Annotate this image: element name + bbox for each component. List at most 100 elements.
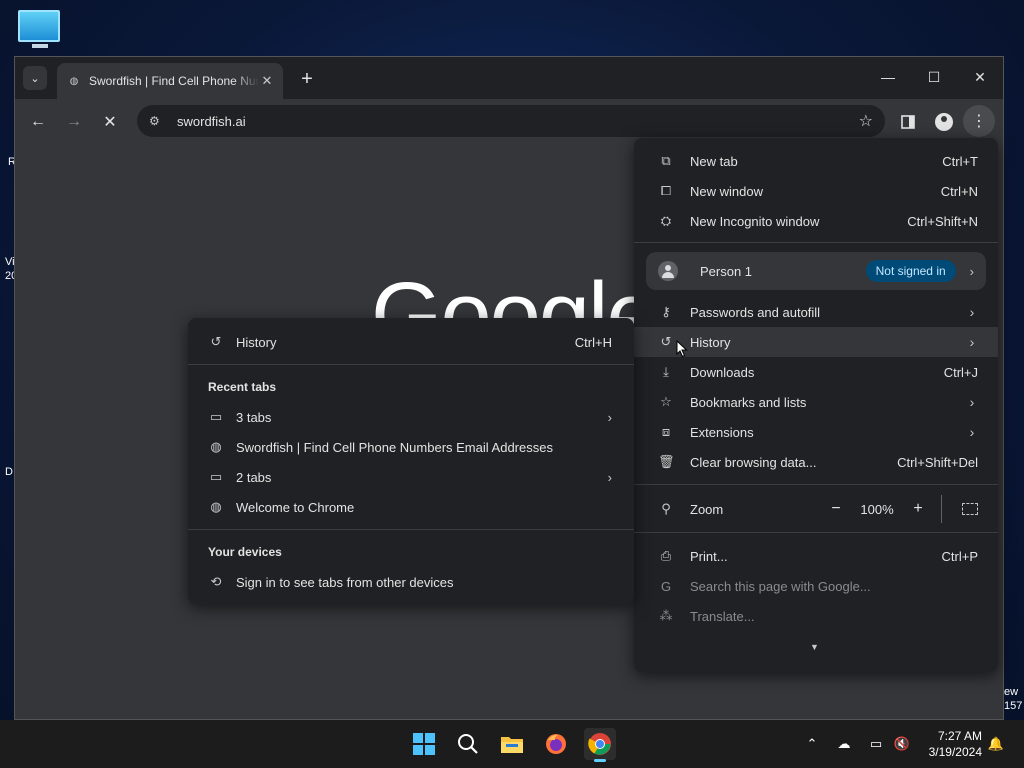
clock-time: 7:27 AM (937, 729, 982, 743)
address-bar[interactable]: ⚙ swordfish.ai ☆ (137, 105, 885, 137)
menu-divider (634, 532, 998, 533)
menu-item-new-tab[interactable]: ⧉ New tab Ctrl+T (634, 146, 998, 176)
back-button[interactable]: ← (25, 109, 51, 135)
menu-divider (634, 484, 998, 485)
folder-icon (501, 737, 523, 753)
globe-icon: ◍ (210, 439, 222, 454)
chevron-right-icon: › (969, 263, 974, 279)
search-button[interactable] (452, 728, 484, 760)
clock-date: 3/19/2024 (928, 745, 982, 759)
chevron-up-icon[interactable]: ⌃ (802, 734, 822, 754)
menu-item-extensions[interactable]: ⧈ Extensions › (634, 417, 998, 447)
taskbar: ⌃ ☁ ▭ 🔇 7:27 AM 3/19/2024 🔔 (0, 720, 1024, 768)
close-icon[interactable]: ✕ (259, 73, 275, 89)
trash-icon: 🗑 (658, 454, 675, 469)
menu-item-zoom: ⚲ Zoom − 100% + (634, 494, 998, 524)
desktop-label-fragment: 157 (1004, 700, 1023, 712)
minimize-button[interactable]: — (873, 65, 903, 89)
chevron-right-icon: › (969, 334, 975, 350)
printer-icon: ⎙ (660, 548, 672, 563)
download-icon: ⤓ (663, 364, 669, 379)
chevron-down-icon: ⌄ (30, 72, 40, 85)
chrome-menu-button[interactable]: ⋮ (963, 105, 995, 137)
menu-item-new-window[interactable]: ⧠ New window Ctrl+N (634, 176, 998, 206)
network-icon[interactable]: ▭ (866, 734, 886, 754)
volume-muted-icon[interactable]: 🔇 (892, 734, 912, 754)
history-icon: ↺ (660, 334, 672, 349)
recent-tab-item[interactable]: ▭ 2 tabs › (188, 462, 634, 492)
menu-item-passwords[interactable]: ⚷ Passwords and autofill › (634, 297, 998, 327)
recent-tabs-heading: Recent tabs (208, 380, 277, 394)
window-icon: ▭ (209, 469, 223, 484)
url-text[interactable]: swordfish.ai (177, 114, 859, 129)
chevron-right-icon: › (969, 424, 975, 440)
menu-item-downloads[interactable]: ⤓ Downloads Ctrl+J (634, 357, 998, 387)
sign-in-devices-item[interactable]: ⟲ Sign in to see tabs from other devices (188, 567, 634, 597)
loading-favicon-icon: ◍ (69, 75, 79, 87)
menu-item-print[interactable]: ⎙ Print... Ctrl+P (634, 541, 998, 571)
tab-search-button[interactable]: ⌄ (23, 66, 47, 90)
recent-tab-item[interactable]: ◍ Welcome to Chrome (188, 492, 634, 522)
chrome-taskbar-button[interactable] (584, 728, 616, 762)
bookmark-star-icon[interactable]: ☆ (859, 111, 873, 131)
menu-item-new-incognito[interactable]: ⛭ New Incognito window Ctrl+Shift+N (634, 206, 998, 236)
sign-in-status-badge: Not signed in (865, 260, 956, 282)
new-tab-icon: ⧉ (661, 153, 671, 168)
sync-icon: ⟲ (210, 574, 222, 589)
incognito-icon: ⛭ (660, 213, 672, 228)
start-button[interactable] (408, 728, 440, 760)
profile-icon[interactable] (931, 109, 957, 135)
chevron-right-icon: › (969, 304, 975, 320)
globe-icon: ◍ (210, 499, 222, 514)
chevron-right-icon: › (607, 469, 612, 485)
browser-toolbar: ← → ✕ ⚙ swordfish.ai ☆ ⋮ (15, 99, 1003, 143)
chevron-right-icon: › (969, 394, 975, 410)
browser-tab[interactable]: ◍ Swordfish | Find Cell Phone Numbers Em… (57, 63, 283, 99)
person-name: Person 1 (700, 263, 753, 279)
zoom-in-button[interactable]: + (905, 500, 931, 518)
translate-icon: ⁂ (659, 608, 673, 623)
file-explorer-button[interactable] (496, 728, 528, 760)
menu-item-clear-browsing-data[interactable]: 🗑 Clear browsing data... Ctrl+Shift+Del (634, 447, 998, 477)
submenu-divider (188, 364, 634, 365)
close-window-button[interactable]: ✕ (965, 65, 995, 89)
window-icon: ▭ (209, 409, 223, 424)
zoom-out-button[interactable]: − (823, 500, 849, 518)
menu-item-search-page[interactable]: G Search this page with Google... (634, 571, 998, 601)
windows-logo-icon (413, 733, 435, 755)
firefox-button[interactable] (540, 728, 572, 760)
zoom-icon: ⚲ (661, 501, 671, 516)
history-icon: ↺ (210, 334, 222, 349)
menu-item-profile[interactable]: Person 1 Not signed in › (646, 252, 986, 290)
puzzle-icon: ⧈ (661, 424, 671, 439)
side-panel-icon[interactable] (895, 109, 921, 135)
mouse-cursor-icon (676, 340, 688, 358)
recent-tab-item[interactable]: ◍ Swordfish | Find Cell Phone Numbers Em… (188, 432, 634, 462)
history-submenu: ↺ History Ctrl+H Recent tabs ▭ 3 tabs › … (188, 318, 634, 604)
stop-loading-button[interactable]: ✕ (97, 109, 123, 135)
star-icon: ☆ (660, 394, 672, 409)
maximize-button[interactable]: ☐ (919, 65, 949, 89)
monitor-icon (18, 10, 60, 42)
fullscreen-icon[interactable] (962, 503, 978, 515)
tab-title: Swordfish | Find Cell Phone Numbers Emai… (89, 74, 259, 88)
menu-item-history[interactable]: ↺ History › (634, 327, 998, 357)
scroll-down-icon[interactable]: ▼ (810, 642, 819, 652)
new-window-icon: ⧠ (660, 183, 672, 198)
chrome-icon (588, 733, 611, 755)
chrome-main-menu: ⧉ New tab Ctrl+T ⧠ New window Ctrl+N ⛭ N… (634, 138, 998, 672)
zoom-level: 100% (860, 501, 894, 517)
this-pc-desktop-icon[interactable] (18, 10, 62, 52)
desktop-label-fragment: D (5, 466, 13, 478)
menu-item-translate[interactable]: ⁂ Translate... (634, 601, 998, 631)
recent-tab-item[interactable]: ▭ 3 tabs › (188, 402, 634, 432)
notification-bell-icon[interactable]: 🔔 (986, 734, 1006, 754)
onedrive-icon[interactable]: ☁ (834, 734, 854, 754)
submenu-item-history[interactable]: ↺ History Ctrl+H (188, 327, 634, 357)
menu-item-bookmarks[interactable]: ☆ Bookmarks and lists › (634, 387, 998, 417)
desktop-label-fragment: ew (1004, 686, 1019, 698)
forward-button[interactable]: → (61, 109, 87, 135)
site-info-icon[interactable]: ⚙ (149, 114, 165, 128)
new-tab-button[interactable]: + (295, 67, 319, 91)
system-clock[interactable]: 7:27 AM 3/19/2024 (929, 728, 982, 760)
